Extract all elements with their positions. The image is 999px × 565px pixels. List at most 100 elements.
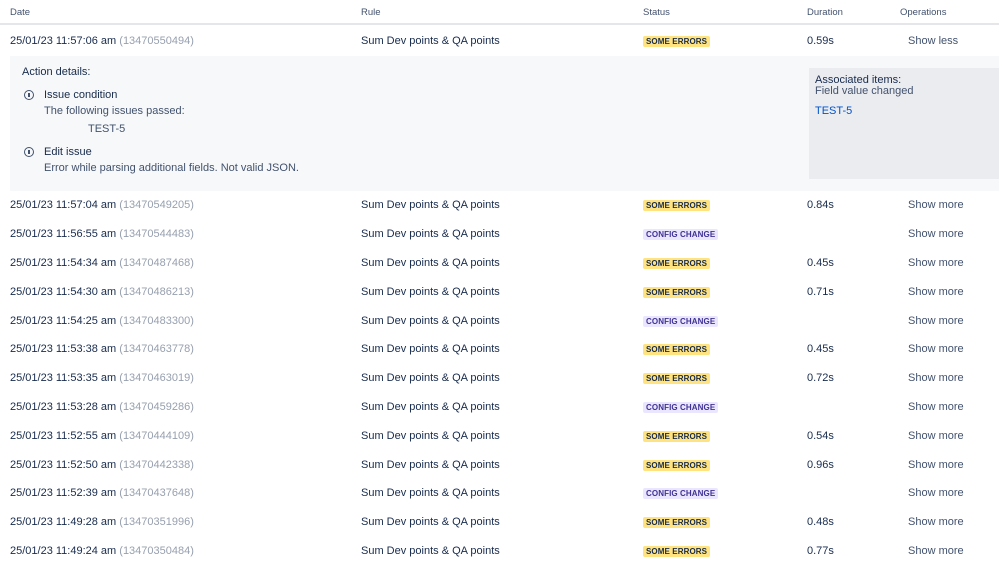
row-status: CONFIG CHANGE — [643, 315, 719, 327]
row-status: SOME ERRORS — [643, 199, 711, 212]
header-date[interactable]: Date — [10, 7, 30, 18]
status-badge: SOME ERRORS — [643, 344, 711, 356]
table-header: Date Rule Status Duration Operations — [0, 0, 999, 25]
row-duration: 0.45s — [807, 256, 834, 269]
table-row: 25/01/23 11:56:55 am (13470544483) Sum De… — [0, 220, 999, 249]
row-rule: Sum Dev points & QA points — [361, 285, 500, 298]
row-date: 25/01/23 11:54:30 am (13470486213) — [10, 286, 194, 298]
row-duration: 0.59s — [807, 34, 834, 47]
row-status: SOME ERRORS — [643, 372, 711, 385]
table-row: 25/01/23 11:52:55 am (13470444109) Sum De… — [0, 421, 999, 450]
row-status: CONFIG CHANGE — [643, 228, 719, 241]
status-badge: SOME ERRORS — [643, 35, 711, 47]
row-date: 25/01/23 11:57:06 am (13470550494) — [10, 35, 194, 47]
row-date: 25/01/23 11:52:50 am (13470442338) — [10, 459, 194, 471]
show-more-button[interactable]: Show more — [908, 372, 964, 384]
row-date-text: 25/01/23 11:52:55 am — [10, 429, 117, 442]
status-badge: SOME ERRORS — [643, 459, 711, 471]
row-date: 25/01/23 11:54:34 am (13470487468) — [10, 257, 194, 269]
row-status: CONFIG CHANGE — [643, 401, 719, 413]
action-name: Edit issue — [44, 146, 92, 158]
status-badge: SOME ERRORS — [643, 545, 711, 557]
row-status: CONFIG CHANGE — [643, 487, 719, 500]
show-more-button[interactable]: Show more — [908, 430, 964, 442]
row-id: (13470350484) — [119, 544, 194, 557]
associated-items-subheading: Field value changed — [815, 85, 914, 97]
row-duration: 0.45s — [807, 343, 834, 356]
row-rule: Sum Dev points & QA points — [361, 544, 500, 557]
table-row: 25/01/23 11:53:35 am (13470463019) Sum De… — [0, 364, 999, 393]
show-more-button[interactable]: Show more — [908, 545, 964, 557]
row-rule: Sum Dev points & QA points — [361, 34, 500, 47]
row-status: SOME ERRORS — [643, 257, 711, 269]
row-rule: Sum Dev points & QA points — [361, 256, 500, 269]
show-more-button[interactable]: Show more — [908, 315, 964, 327]
status-badge: SOME ERRORS — [643, 286, 711, 298]
row-rule: Sum Dev points & QA points — [361, 400, 500, 413]
row-date-text: 25/01/23 11:52:50 am — [10, 458, 117, 471]
row-status: SOME ERRORS — [643, 430, 711, 442]
show-more-button[interactable]: Show more — [908, 199, 964, 211]
table-row: 25/01/23 11:52:39 am (13470437648) Sum De… — [0, 479, 999, 508]
row-date-text: 25/01/23 11:57:06 am — [10, 34, 117, 47]
row-rule: Sum Dev points & QA points — [361, 487, 500, 500]
row-duration: 0.71s — [807, 285, 834, 298]
show-less-button[interactable]: Show less — [908, 35, 958, 47]
passed-issue-key: TEST-5 — [88, 123, 126, 135]
row-duration: 0.48s — [807, 516, 834, 529]
show-more-button[interactable]: Show more — [908, 343, 964, 355]
row-date-text: 25/01/23 11:56:55 am — [10, 228, 117, 241]
show-more-button[interactable]: Show more — [908, 459, 964, 471]
show-more-button[interactable]: Show more — [908, 286, 964, 298]
row-date-text: 25/01/23 11:53:35 am — [10, 372, 117, 385]
row-date-text: 25/01/23 11:53:38 am — [10, 343, 117, 356]
status-badge: CONFIG CHANGE — [643, 488, 719, 500]
show-more-button[interactable]: Show more — [908, 257, 964, 269]
table-row-expanded: 25/01/23 11:57:06 am (13470550494) Sum D… — [0, 25, 999, 56]
row-id: (13470549205) — [119, 199, 194, 212]
associated-items-panel: Associated items: Field value changed TE… — [809, 68, 999, 179]
row-date-text: 25/01/23 11:57:04 am — [10, 199, 117, 212]
row-date: 25/01/23 11:53:28 am (13470459286) — [10, 401, 194, 413]
row-id: (13470486213) — [119, 285, 194, 298]
row-duration: 0.77s — [807, 544, 834, 557]
status-badge: CONFIG CHANGE — [643, 401, 719, 413]
row-id: (13470463019) — [119, 372, 194, 385]
row-duration: 0.54s — [807, 429, 834, 442]
row-status: SOME ERRORS — [643, 35, 711, 47]
row-id: (13470544483) — [119, 228, 194, 241]
action-name: Issue condition — [44, 89, 118, 101]
row-status: SOME ERRORS — [643, 343, 711, 356]
row-date: 25/01/23 11:53:35 am (13470463019) — [10, 372, 194, 384]
status-badge: CONFIG CHANGE — [643, 229, 719, 241]
action-description: The following issues passed: — [44, 105, 185, 117]
show-more-button[interactable]: Show more — [908, 487, 964, 499]
associated-issue-link[interactable]: TEST-5 — [815, 105, 852, 117]
row-date-text: 25/01/23 11:52:39 am — [10, 487, 117, 500]
show-more-button[interactable]: Show more — [908, 516, 964, 528]
header-duration[interactable]: Duration — [807, 7, 843, 18]
row-rule: Sum Dev points & QA points — [361, 516, 500, 529]
header-rule[interactable]: Rule — [361, 7, 381, 18]
row-status: SOME ERRORS — [643, 545, 711, 557]
row-id: (13470483300) — [119, 314, 194, 327]
status-badge: SOME ERRORS — [643, 517, 711, 529]
row-date: 25/01/23 11:56:55 am (13470544483) — [10, 228, 194, 240]
status-badge: SOME ERRORS — [643, 373, 711, 385]
status-badge: SOME ERRORS — [643, 257, 711, 269]
row-status: SOME ERRORS — [643, 516, 711, 529]
row-rule: Sum Dev points & QA points — [361, 343, 500, 356]
row-date-text: 25/01/23 11:54:25 am — [10, 314, 117, 327]
show-more-button[interactable]: Show more — [908, 228, 964, 240]
status-badge: SOME ERRORS — [643, 430, 711, 442]
row-date: 25/01/23 11:54:25 am (13470483300) — [10, 315, 194, 327]
row-rule: Sum Dev points & QA points — [361, 372, 500, 385]
header-status[interactable]: Status — [643, 7, 670, 18]
row-id: (13470444109) — [119, 429, 194, 442]
row-id: (13470487468) — [119, 256, 194, 269]
info-icon — [24, 90, 34, 100]
row-id: (13470442338) — [119, 458, 194, 471]
status-badge: SOME ERRORS — [643, 200, 711, 212]
show-more-button[interactable]: Show more — [908, 401, 964, 413]
row-date: 25/01/23 11:49:24 am (13470350484) — [10, 545, 194, 557]
